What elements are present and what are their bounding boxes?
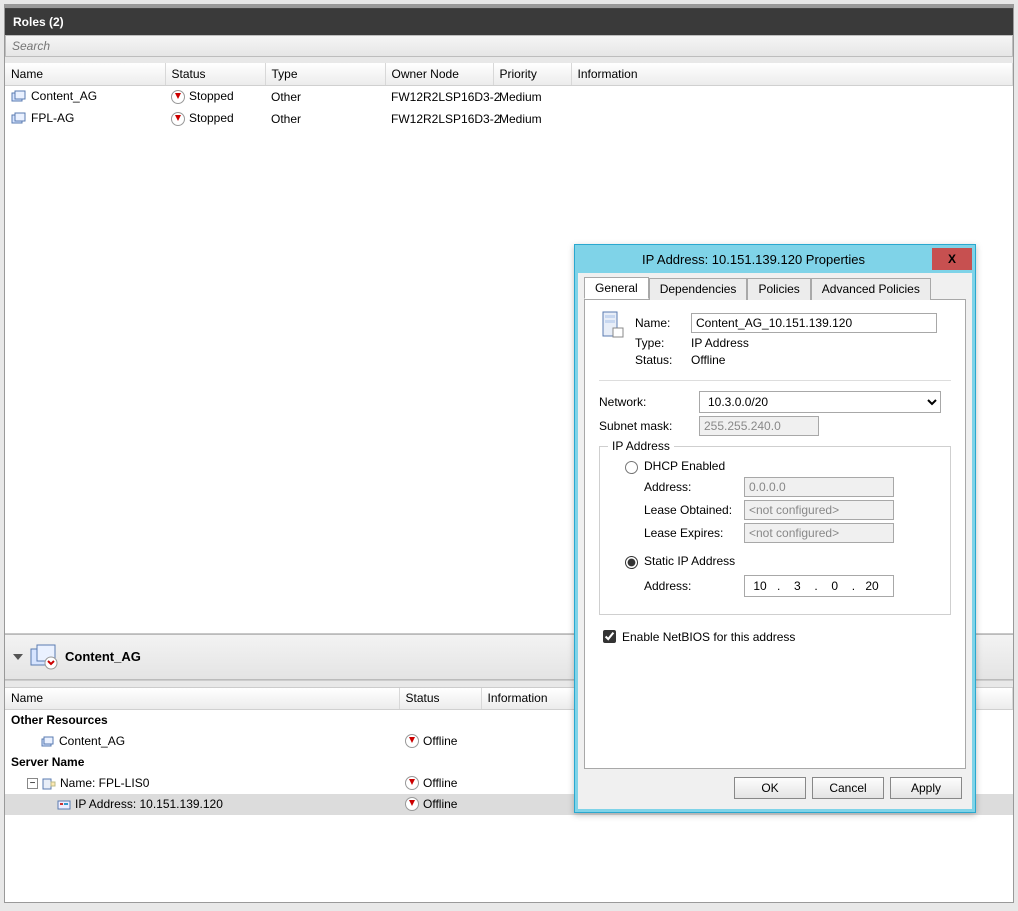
stopped-icon bbox=[171, 90, 185, 104]
lbl-subnet: Subnet mask: bbox=[599, 419, 699, 433]
group-ip-address: IP Address bbox=[608, 439, 674, 453]
lbl-status: Status: bbox=[635, 353, 691, 367]
tab-dependencies[interactable]: Dependencies bbox=[649, 278, 748, 300]
role-name: Content_AG bbox=[31, 89, 97, 103]
role-status: Stopped bbox=[189, 89, 234, 103]
val-status: Offline bbox=[691, 353, 725, 367]
role-row[interactable]: Content_AG Stopped Other FW12R2LSP16D3-2… bbox=[5, 86, 1013, 108]
resource-status: Offline bbox=[423, 776, 457, 790]
lbl-lease-exp: Lease Expires: bbox=[644, 526, 744, 540]
ip-octet-1[interactable] bbox=[745, 578, 775, 594]
role-icon bbox=[11, 112, 27, 126]
lbl-netbios: Enable NetBIOS for this address bbox=[622, 630, 795, 644]
server-icon bbox=[42, 778, 56, 790]
netbios-checkbox[interactable] bbox=[603, 630, 616, 643]
role-priority: Medium bbox=[493, 108, 571, 130]
role-type: Other bbox=[265, 86, 385, 108]
chevron-down-icon bbox=[13, 654, 23, 660]
tab-general[interactable]: General bbox=[584, 277, 649, 299]
offline-icon bbox=[405, 797, 419, 811]
ip-octet-3[interactable] bbox=[820, 578, 850, 594]
name-input[interactable] bbox=[691, 313, 937, 333]
col-name[interactable]: Name bbox=[5, 63, 165, 85]
role-info bbox=[571, 86, 1013, 108]
static-ip-input[interactable]: . . . bbox=[744, 575, 894, 597]
subnet-input bbox=[699, 416, 819, 436]
resource-name: IP Address: 10.151.139.120 bbox=[75, 797, 223, 811]
col-priority[interactable]: Priority bbox=[493, 63, 571, 85]
role-large-icon bbox=[29, 643, 59, 671]
radio-dhcp[interactable] bbox=[625, 461, 638, 474]
lbl-lease-obt: Lease Obtained: bbox=[644, 503, 744, 517]
role-type: Other bbox=[265, 108, 385, 130]
ip-octet-2[interactable] bbox=[782, 578, 812, 594]
role-info bbox=[571, 108, 1013, 130]
lbl-static: Static IP Address bbox=[644, 554, 735, 568]
col-info[interactable]: Information bbox=[571, 63, 1013, 85]
resource-name: Content_AG bbox=[59, 734, 125, 748]
role-owner: FW12R2LSP16D3-2 bbox=[385, 108, 493, 130]
close-button[interactable]: X bbox=[932, 248, 972, 270]
offline-icon bbox=[405, 734, 419, 748]
lbl-dhcp-address: Address: bbox=[644, 480, 744, 494]
properties-dialog: IP Address: 10.151.139.120 Properties X … bbox=[574, 244, 976, 813]
detail-title: Content_AG bbox=[65, 649, 141, 664]
apply-button[interactable]: Apply bbox=[890, 777, 962, 799]
collapse-icon[interactable]: − bbox=[27, 778, 38, 789]
tab-policies[interactable]: Policies bbox=[747, 278, 810, 300]
lbl-name: Name: bbox=[635, 316, 691, 330]
lease-obt-input bbox=[744, 500, 894, 520]
tab-advanced-policies[interactable]: Advanced Policies bbox=[811, 278, 931, 300]
col-owner[interactable]: Owner Node bbox=[385, 63, 493, 85]
col-status[interactable]: Status bbox=[165, 63, 265, 85]
ip-octet-4[interactable] bbox=[857, 578, 887, 594]
resource-status: Offline bbox=[423, 797, 457, 811]
server-large-icon bbox=[599, 310, 625, 340]
role-status: Stopped bbox=[189, 111, 234, 125]
lbl-type: Type: bbox=[635, 336, 691, 350]
lbl-dhcp: DHCP Enabled bbox=[644, 459, 725, 473]
role-owner: FW12R2LSP16D3-2 bbox=[385, 86, 493, 108]
role-icon bbox=[11, 90, 27, 104]
dhcp-address-input bbox=[744, 477, 894, 497]
network-combo[interactable]: 10.3.0.0/20 bbox=[699, 391, 941, 413]
resource-icon bbox=[41, 736, 55, 748]
stopped-icon bbox=[171, 112, 185, 126]
role-row[interactable]: FPL-AG Stopped Other FW12R2LSP16D3-2 Med… bbox=[5, 108, 1013, 130]
lbl-static-address: Address: bbox=[644, 579, 744, 593]
ok-button[interactable]: OK bbox=[734, 777, 806, 799]
resource-status: Offline bbox=[423, 734, 457, 748]
dcol-name[interactable]: Name bbox=[5, 688, 399, 710]
lbl-network: Network: bbox=[599, 395, 699, 409]
panel-title: Roles (2) bbox=[5, 9, 1013, 35]
lease-exp-input bbox=[744, 523, 894, 543]
offline-icon bbox=[405, 776, 419, 790]
role-priority: Medium bbox=[493, 86, 571, 108]
ip-icon bbox=[57, 799, 71, 811]
col-type[interactable]: Type bbox=[265, 63, 385, 85]
val-type: IP Address bbox=[691, 336, 749, 350]
dcol-status[interactable]: Status bbox=[399, 688, 481, 710]
cancel-button[interactable]: Cancel bbox=[812, 777, 884, 799]
dialog-title: IP Address: 10.151.139.120 Properties bbox=[575, 252, 932, 267]
radio-static[interactable] bbox=[625, 556, 638, 569]
role-name: FPL-AG bbox=[31, 111, 74, 125]
resource-name: Name: FPL-LIS0 bbox=[60, 776, 149, 790]
search-input[interactable] bbox=[6, 36, 1012, 56]
